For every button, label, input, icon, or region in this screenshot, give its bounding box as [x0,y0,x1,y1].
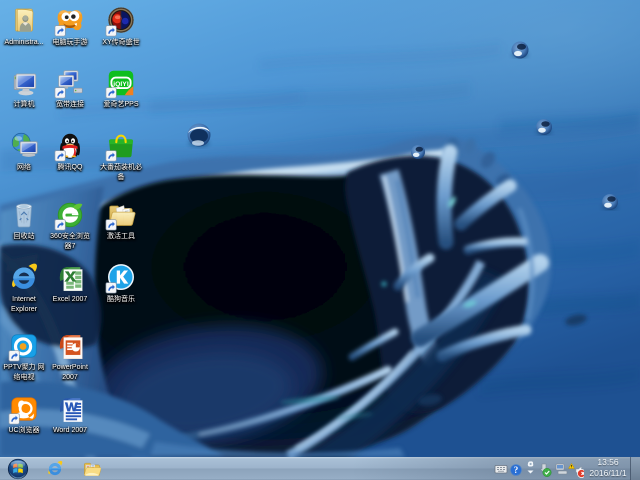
svg-text:iQIYI: iQIYI [113,81,129,88]
svg-text:?: ? [514,465,519,475]
